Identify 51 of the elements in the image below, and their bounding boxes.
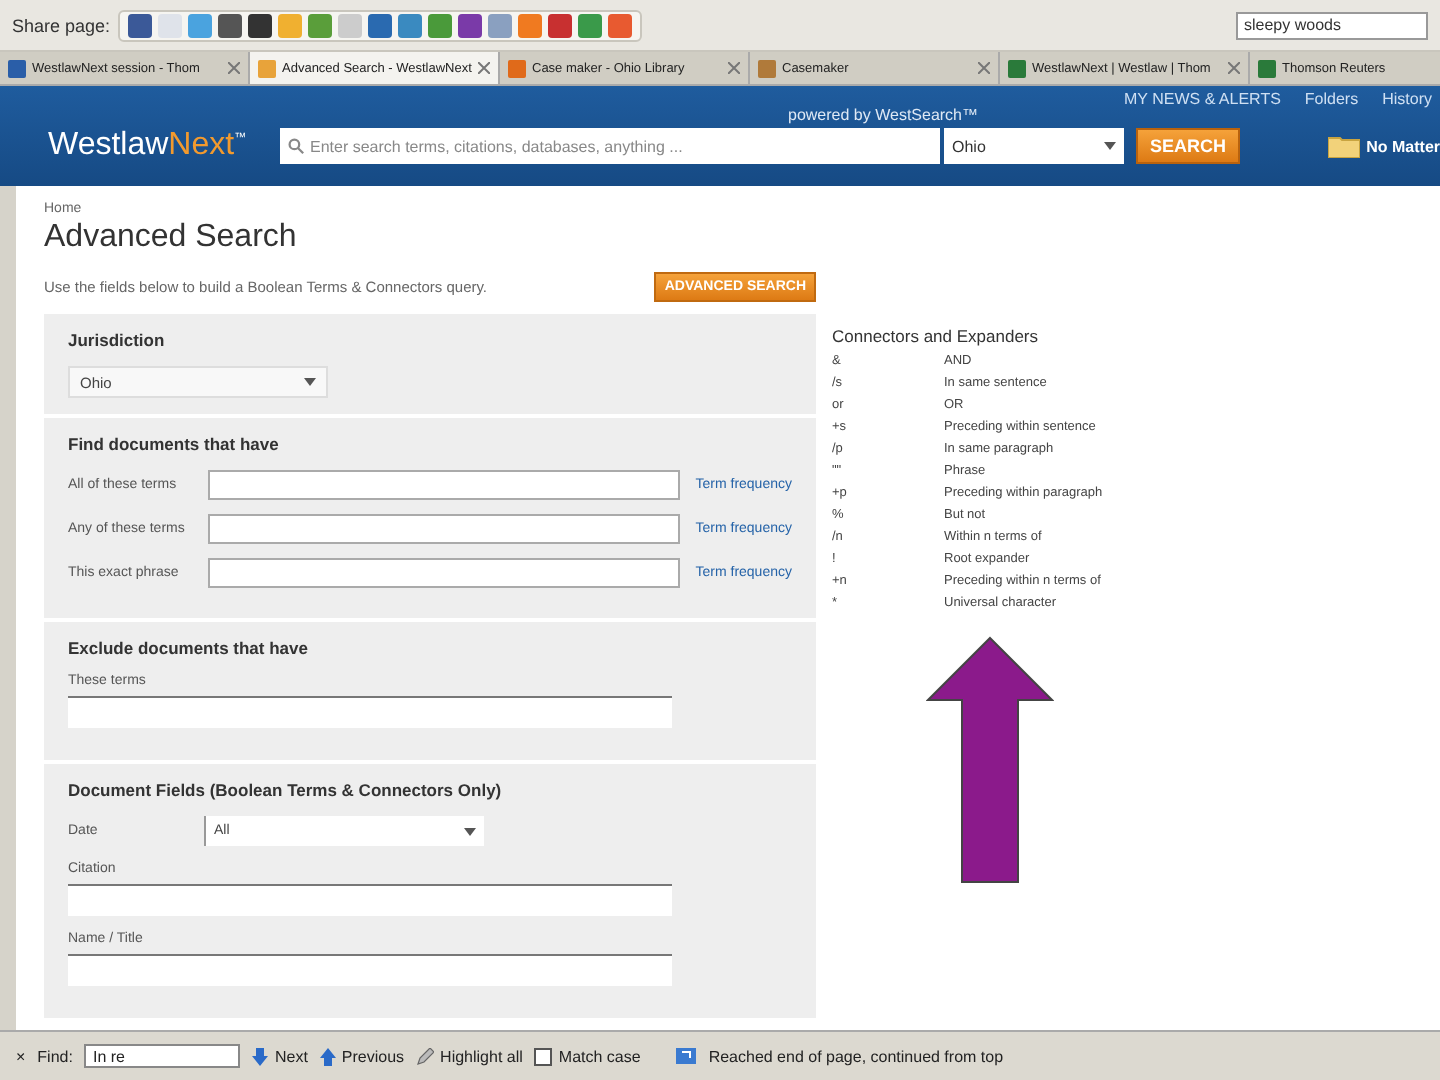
close-icon[interactable] (478, 62, 490, 74)
input-field[interactable] (68, 884, 672, 916)
folder-icon (1328, 134, 1361, 158)
status-message: Reached end of page, continued from top (708, 1047, 1004, 1065)
match-case-label[interactable]: Match case (558, 1047, 641, 1065)
wrap-icon (676, 1046, 697, 1066)
section-heading: Jurisdiction (68, 330, 167, 350)
checkbox[interactable] (534, 1047, 553, 1065)
share-icon[interactable] (248, 13, 273, 37)
close-icon[interactable]: × (16, 1047, 26, 1065)
connectors-heading: Connectors and Expanders (832, 326, 1041, 346)
caret-icon (304, 378, 316, 386)
close-icon[interactable] (228, 62, 240, 74)
share-icon[interactable] (368, 13, 393, 37)
share-icon[interactable] (548, 13, 573, 37)
logo: WestlawNext$^{™}$ (48, 128, 249, 164)
folder-label[interactable]: No Matter (1366, 137, 1440, 155)
input-field[interactable] (68, 954, 672, 986)
highlight-all-button[interactable]: Highlight all (416, 1047, 523, 1065)
share-label: Share page: (12, 15, 111, 35)
close-icon[interactable] (978, 62, 990, 74)
header-link[interactable]: MY NEWS & ALERTS (1124, 90, 1281, 108)
section-heading: Find documents that have (68, 434, 281, 454)
caret-icon (464, 827, 476, 835)
close-icon[interactable] (1228, 62, 1240, 74)
search-icon (288, 138, 304, 154)
caret-icon (1104, 142, 1116, 150)
input-field[interactable] (68, 696, 672, 728)
share-icon[interactable] (458, 13, 483, 37)
previous-button[interactable]: Previous (319, 1047, 405, 1065)
search-field[interactable]: Enter search terms, citations, databases, anything ... (280, 128, 940, 164)
input-field[interactable] (207, 514, 680, 544)
find-label: Find: (37, 1047, 73, 1065)
input-field[interactable] (207, 558, 680, 588)
up-arrow-icon (319, 1047, 336, 1065)
close-icon[interactable] (728, 62, 740, 74)
input-field[interactable] (207, 470, 680, 500)
powered-by-text: powered by WestSearch™ (788, 106, 979, 124)
search-field[interactable]: sleepy woods (1236, 11, 1428, 39)
find-field[interactable]: In re (84, 1044, 241, 1068)
section-heading: Exclude documents that have (68, 638, 310, 658)
share-icon[interactable] (218, 13, 243, 37)
down-arrow-icon (252, 1047, 269, 1065)
header-link[interactable]: History (1382, 90, 1432, 108)
page-title: Advanced Search (44, 220, 299, 256)
jurisdiction-dropdown[interactable]: Ohio (944, 128, 1124, 164)
pencil-icon (416, 1047, 435, 1065)
next-button[interactable]: Next (252, 1047, 308, 1065)
share-icon[interactable] (128, 13, 153, 37)
header-link[interactable]: Folders (1304, 90, 1359, 108)
section-heading: Document Fields (Boolean Terms & Connectors Only) (68, 780, 504, 800)
